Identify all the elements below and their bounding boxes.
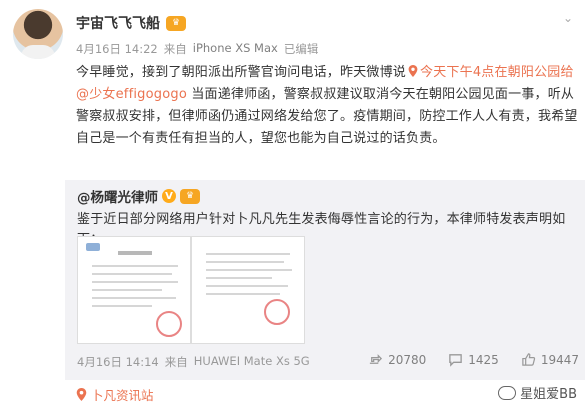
repost-count: 20780 bbox=[388, 352, 427, 367]
post-content: 今早睡觉，接到了朝阳派出所警官询问电话，昨天微博说 今天下午4点在朝阳公园给 @少女… bbox=[76, 62, 581, 150]
vip-badge-icon: ♛ bbox=[166, 15, 186, 31]
quoted-author-name[interactable]: @杨曙光律师 bbox=[77, 186, 158, 206]
quoted-post: @杨曙光律师 V ♛ 鉴于近日部分网络用户针对卜凡凡先生发表侮辱性言论的行为，本… bbox=[65, 180, 585, 380]
repost-icon bbox=[369, 354, 383, 364]
document-thumbnail-2[interactable] bbox=[191, 236, 305, 344]
comment-icon bbox=[449, 354, 463, 367]
location-pin-icon bbox=[76, 388, 87, 401]
repost-button[interactable]: 20780 bbox=[368, 352, 426, 367]
comment-count: 1425 bbox=[468, 352, 499, 367]
location-pin-icon bbox=[408, 65, 418, 77]
location-link[interactable]: 今天下午4点在朝阳公园给 bbox=[420, 65, 574, 80]
quoted-source: HUAWEI Mate Xs 5G bbox=[193, 354, 310, 368]
post-time[interactable]: 4月16日 14:22 bbox=[76, 41, 158, 57]
engagement-stats: 20780 1425 19447 bbox=[368, 352, 579, 367]
post-menu-chevron-icon[interactable]: ⌄ bbox=[563, 11, 573, 25]
topic-label: 卜凡资讯站 bbox=[91, 388, 154, 403]
mention-link[interactable]: @少女effigogogo bbox=[76, 87, 187, 102]
wechat-icon bbox=[498, 385, 517, 400]
comment-button[interactable]: 1425 bbox=[448, 352, 499, 367]
post-author: 宇宙飞飞飞船 ♛ bbox=[76, 13, 186, 33]
topic-link[interactable]: 卜凡资讯站 bbox=[76, 385, 154, 404]
verified-icon: V bbox=[162, 189, 176, 203]
post-edited[interactable]: 已编辑 bbox=[284, 41, 319, 57]
watermark-text: 星姐爱BB bbox=[520, 387, 577, 402]
quoted-source-prefix: 来自 bbox=[164, 355, 188, 369]
watermark: 星姐爱BB bbox=[498, 383, 577, 402]
post-source-prefix: 来自 bbox=[163, 42, 187, 56]
document-thumbnail-1[interactable] bbox=[77, 236, 191, 344]
quoted-meta: 4月16日 14:14 来自 HUAWEI Mate Xs 5G bbox=[77, 354, 310, 370]
author-name[interactable]: 宇宙飞飞飞船 bbox=[76, 13, 160, 33]
post-source: iPhone XS Max bbox=[192, 41, 278, 55]
quoted-author: @杨曙光律师 V ♛ bbox=[77, 186, 200, 206]
vip-badge-icon: ♛ bbox=[180, 188, 200, 204]
thumbs-up-icon bbox=[522, 353, 535, 366]
post-text-1: 今早睡觉，接到了朝阳派出所警官询问电话，昨天微博说 bbox=[76, 65, 407, 80]
quoted-time[interactable]: 4月16日 14:14 bbox=[77, 354, 159, 370]
avatar[interactable] bbox=[13, 9, 63, 59]
post-meta: 4月16日 14:22 来自 iPhone XS Max 已编辑 bbox=[76, 41, 318, 57]
like-button[interactable]: 19447 bbox=[521, 352, 579, 367]
like-count: 19447 bbox=[540, 352, 579, 367]
